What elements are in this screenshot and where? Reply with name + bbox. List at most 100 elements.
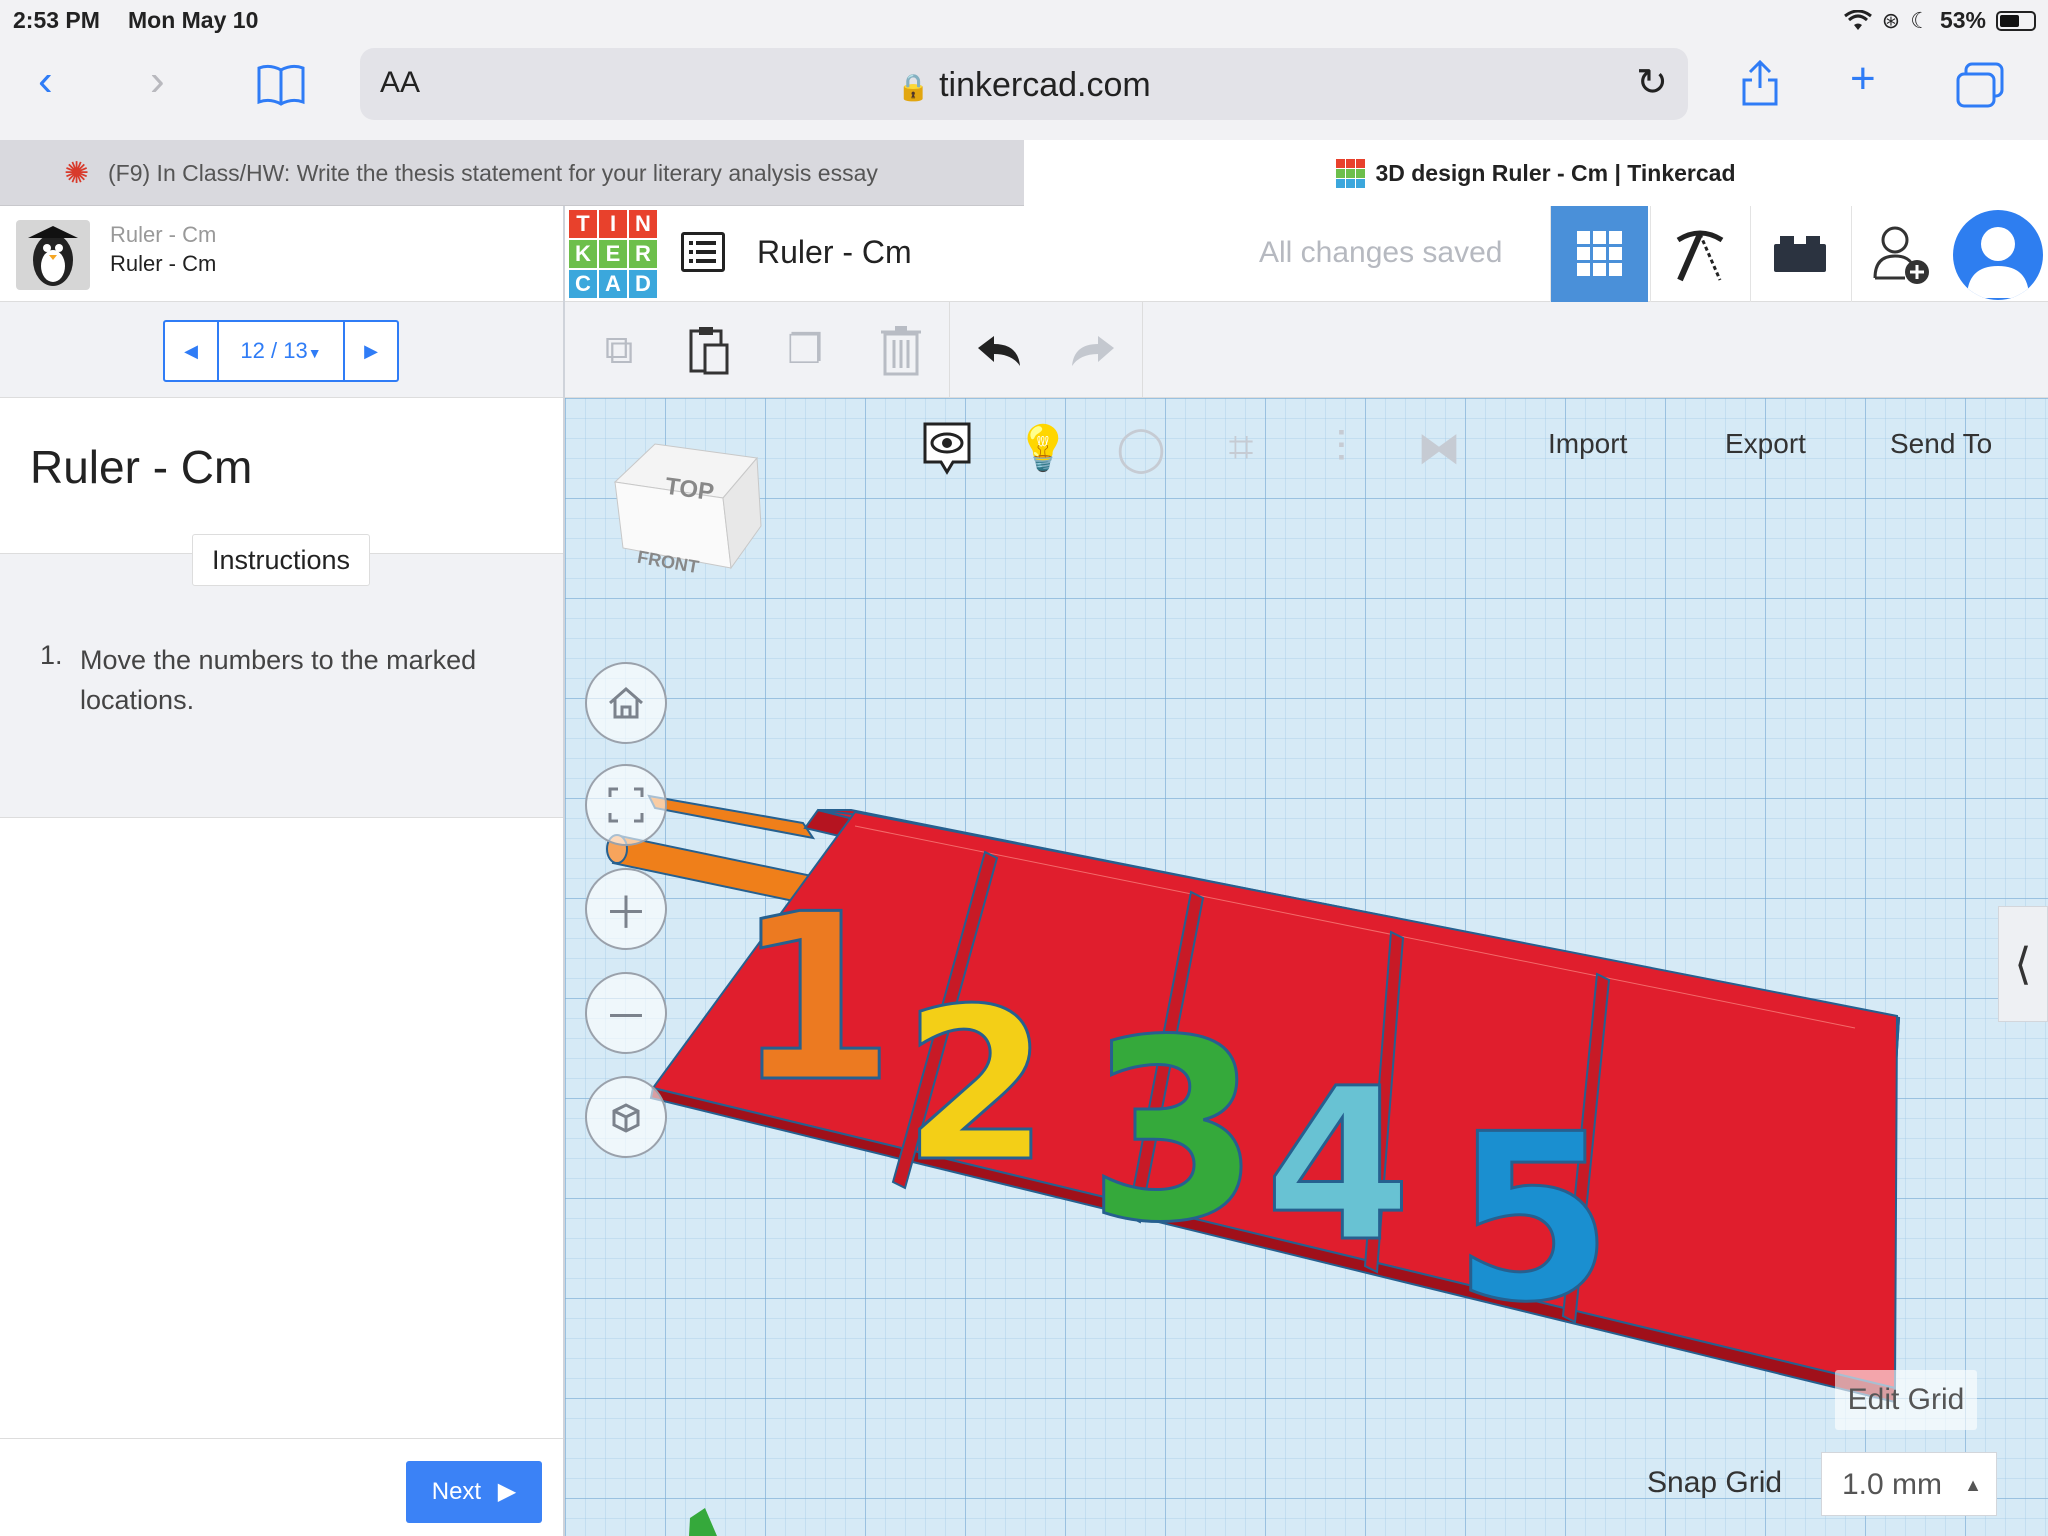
delete-button[interactable]	[871, 320, 931, 380]
redo-button[interactable]	[1063, 320, 1123, 380]
penguin-icon	[28, 226, 78, 286]
logo-letter: C	[569, 270, 597, 298]
lesson-pager-row: ◀ 12 / 13▼ ▶	[0, 302, 563, 398]
3d-design-view-button[interactable]	[1550, 206, 1648, 302]
instructions-tab[interactable]: Instructions	[192, 534, 370, 586]
browser-toolbar: ‹ › AA 🔒 tinkercad.com ↻ +	[0, 42, 2048, 140]
back-icon[interactable]: ‹	[38, 56, 53, 106]
logo-letter: A	[599, 270, 627, 298]
canvas-logo-icon: ✺	[64, 156, 90, 190]
snap-grid-label: Snap Grid	[1647, 1466, 1783, 1499]
new-tab-icon[interactable]: +	[1850, 54, 1876, 104]
workplane[interactable]: 1 2 3 4 5 TOP FRONT 💡 ◯ ⌗ ⫶ ⧓ Import Exp…	[565, 398, 2048, 1536]
shapes-panel-toggle[interactable]: ⟨	[1998, 906, 2048, 1022]
penguin-avatar	[16, 220, 90, 290]
bricks-view-button[interactable]	[1750, 206, 1848, 302]
export-button[interactable]: Export	[1725, 428, 1806, 460]
status-time: 2:53 PM	[13, 7, 100, 33]
address-bar[interactable]: AA 🔒 tinkercad.com ↻	[360, 48, 1688, 120]
brick-icon	[1773, 236, 1826, 272]
lock-icon: 🔒	[897, 72, 930, 102]
undo-icon	[978, 336, 1020, 366]
number-2-shape[interactable]: 2	[902, 962, 1051, 1210]
user-avatar[interactable]	[1953, 210, 2043, 300]
prev-step-button[interactable]: ◀	[165, 322, 217, 380]
edit-toolbar: ⧉ ❐	[565, 302, 2048, 398]
lightbulb-icon[interactable]: 💡	[1013, 418, 1073, 478]
logo-letter: R	[629, 240, 657, 268]
eye-bubble-icon	[923, 422, 971, 475]
cube-icon	[612, 1103, 640, 1133]
copy-button[interactable]: ⧉	[589, 320, 649, 380]
status-date: Mon May 10	[128, 7, 259, 33]
bookmarks-icon[interactable]	[256, 62, 306, 106]
next-label: Next	[431, 1478, 482, 1505]
tab-title: 3D design Ruler - Cm | Tinkercad	[1375, 159, 1736, 186]
next-step-arrow-button[interactable]: ▶	[345, 322, 397, 380]
zoom-out-button[interactable]: －	[585, 972, 667, 1054]
lesson-header-subtitle: Ruler - Cm	[110, 222, 217, 247]
reload-icon[interactable]: ↻	[1636, 60, 1668, 105]
share-icon[interactable]	[1740, 58, 1780, 108]
home-view-button[interactable]	[585, 662, 667, 744]
design-list-icon[interactable]	[681, 232, 725, 272]
duplicate-button[interactable]: ❐	[775, 320, 835, 380]
status-right: ⊛ ☾ 53%	[1843, 7, 2036, 34]
tab-tinkercad[interactable]: 3D design Ruler - Cm | Tinkercad	[1024, 140, 2048, 206]
number-3-shape[interactable]: 3	[1086, 985, 1263, 1279]
number-5-shape[interactable]: 5	[1452, 1085, 1615, 1355]
send-to-button[interactable]: Send To	[1890, 428, 1992, 460]
fit-icon	[608, 787, 644, 823]
toolbar-divider	[1142, 302, 1143, 398]
green-piece[interactable]	[689, 1508, 717, 1536]
snap-grid-select[interactable]: 1.0 mm ▲	[1821, 1452, 1997, 1516]
blocks-view-button[interactable]	[1650, 206, 1748, 302]
logo-letter: N	[629, 210, 657, 238]
tinkercad-logo[interactable]: TIN KER CAD	[569, 210, 657, 298]
caret-up-icon: ▲	[1964, 1475, 1982, 1495]
url-value: tinkercad.com	[939, 66, 1151, 104]
align-icon[interactable]: ⫶	[1311, 418, 1371, 478]
next-button[interactable]: Next ▶	[406, 1461, 542, 1523]
view-cube[interactable]	[613, 443, 762, 570]
status-bar: 2:53 PM Mon May 10 ⊛ ☾ 53%	[0, 0, 2048, 42]
invite-user-button[interactable]	[1851, 206, 1949, 302]
tab-canvas-assignment[interactable]: ✺ (F9) In Class/HW: Write the thesis sta…	[0, 140, 1024, 206]
tabs-overview-icon[interactable]	[1956, 62, 2004, 108]
chevron-left-icon: ⟨	[2014, 939, 2032, 989]
orientation-lock-icon: ⊛	[1881, 7, 1901, 33]
import-button[interactable]: Import	[1548, 428, 1627, 460]
number-4-shape[interactable]: 4	[1264, 1042, 1413, 1290]
edit-grid-button[interactable]: Edit Grid	[1835, 1370, 1977, 1430]
battery-icon	[1996, 10, 2036, 31]
tab-bar: ✺ (F9) In Class/HW: Write the thesis sta…	[0, 140, 2048, 206]
pickaxe-icon	[1676, 230, 1723, 282]
battery-percent: 53%	[1939, 7, 1986, 33]
url-text: 🔒 tinkercad.com	[360, 66, 1688, 105]
3d-scene[interactable]: 1 2 3 4 5	[565, 398, 2048, 1536]
design-title[interactable]: Ruler - Cm	[757, 234, 912, 271]
undo-button[interactable]	[969, 320, 1029, 380]
lesson-title: Ruler - Cm	[30, 441, 253, 493]
note-shape-icon[interactable]: ◯	[1111, 418, 1171, 478]
ruler-tool-icon[interactable]: ⌗	[1211, 418, 1271, 478]
step-select[interactable]: 12 / 13▼	[217, 322, 345, 380]
logo-letter: I	[599, 210, 627, 238]
mirror-icon[interactable]: ⧓	[1409, 418, 1469, 478]
home-icon	[609, 687, 643, 719]
perspective-button[interactable]	[585, 1076, 667, 1158]
logo-letter: D	[629, 270, 657, 298]
lesson-footer: Next ▶	[0, 1438, 563, 1536]
number-1-shape[interactable]: 1	[734, 865, 897, 1135]
zoom-in-button[interactable]: ＋	[585, 868, 667, 950]
forward-icon[interactable]: ›	[150, 56, 165, 106]
fit-view-button[interactable]	[585, 764, 667, 846]
step-number: 1.	[40, 640, 63, 670]
step-text: Move the numbers to the marked locations…	[80, 645, 477, 715]
notes-toggle-button[interactable]	[917, 418, 977, 478]
paste-button[interactable]	[679, 320, 739, 380]
moon-icon: ☾	[1910, 7, 1930, 33]
trash-icon	[881, 326, 921, 376]
tinkercad-header: TIN KER CAD Ruler - Cm All changes saved	[565, 206, 2048, 302]
play-right-icon: ▶	[497, 1478, 517, 1505]
